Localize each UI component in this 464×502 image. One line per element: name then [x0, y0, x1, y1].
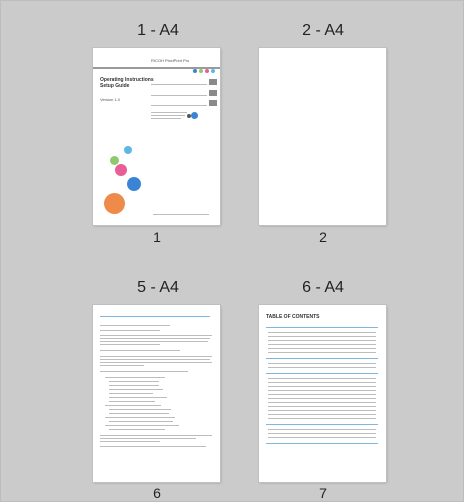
form-line [151, 105, 207, 106]
toc-line [268, 398, 376, 399]
header-dot [205, 69, 209, 73]
toc-line [268, 340, 376, 341]
page-1-number: 1 [153, 229, 161, 245]
toc-line [268, 336, 376, 337]
header-dot [199, 69, 203, 73]
list-line [109, 401, 155, 402]
list-line [105, 377, 165, 378]
toc-line [268, 352, 376, 353]
list-line [109, 397, 167, 398]
page-1-title: 1 - A4 [137, 22, 179, 39]
list-line [109, 413, 169, 414]
toc-line [268, 418, 376, 419]
toc-line [268, 394, 376, 395]
toc-title: TABLE OF CONTENTS [266, 314, 320, 320]
form-square [209, 90, 217, 96]
footer-line [153, 214, 209, 215]
list-line [109, 381, 159, 382]
text-line [100, 435, 212, 436]
toc-line [268, 348, 376, 349]
text-line [100, 341, 208, 342]
text-line [100, 441, 160, 442]
list-line [109, 409, 171, 410]
list-line [105, 425, 179, 426]
text-line [100, 330, 160, 331]
list-line [109, 393, 153, 394]
page-1-header-text: RICOH PixelPrint Pro [151, 58, 190, 63]
note-line [151, 115, 185, 116]
toc-rule [266, 424, 378, 425]
text-line [100, 338, 210, 339]
text-line [100, 344, 160, 345]
text-line [100, 350, 180, 351]
toc-line [268, 332, 376, 333]
text-line [100, 356, 212, 357]
decor-circle-icon [104, 193, 125, 214]
text-line [100, 362, 212, 363]
header-rule [93, 67, 220, 69]
form-square [209, 100, 217, 106]
text-line [100, 365, 144, 366]
header-dot [193, 69, 197, 73]
toc-line [268, 363, 376, 364]
page-thumbnails-panel: 1 - A4 RICOH PixelPrint Pro Operating In… [0, 0, 464, 502]
text-line [100, 446, 206, 447]
text-line [100, 438, 196, 439]
form-square [209, 79, 217, 85]
toc-rule [266, 358, 378, 359]
header-dot [211, 69, 215, 73]
form-line [151, 84, 207, 85]
toc-line [268, 367, 376, 368]
decor-circle-icon [127, 177, 141, 191]
list-line [105, 405, 161, 406]
page-1-version: Version 1.0 [100, 97, 121, 102]
page-6-preview[interactable]: TABLE OF CONTENTS [259, 305, 386, 482]
list-line [109, 421, 173, 422]
text-line [100, 335, 212, 336]
page-1-preview[interactable]: RICOH PixelPrint Pro Operating Instructi… [93, 48, 220, 225]
page-6-title: 6 - A4 [302, 279, 344, 296]
note-icon [191, 112, 198, 119]
note-line [151, 118, 181, 119]
toc-rule [266, 373, 378, 374]
page-1-heading-line2: Setup Guide [100, 83, 130, 89]
text-line [100, 325, 170, 326]
note-line [151, 112, 187, 113]
toc-line [268, 344, 376, 345]
toc-line [268, 437, 376, 438]
page-2-title: 2 - A4 [302, 22, 344, 39]
list-line [109, 385, 159, 386]
page-6-number: 7 [319, 485, 327, 501]
page-2-preview[interactable] [259, 48, 386, 225]
toc-line [268, 386, 376, 387]
toc-line [268, 410, 376, 411]
list-line [109, 429, 165, 430]
decor-circle-icon [124, 146, 132, 154]
toc-rule [266, 443, 378, 444]
toc-line [268, 390, 376, 391]
decor-circle-icon [115, 164, 127, 176]
list-line [109, 389, 163, 390]
toc-rule [266, 327, 378, 328]
toc-line [268, 414, 376, 415]
text-line [100, 371, 188, 372]
toc-line [268, 433, 376, 434]
toc-line [268, 382, 376, 383]
list-line [105, 417, 175, 418]
toc-line [268, 402, 376, 403]
toc-line [268, 406, 376, 407]
text-line [100, 359, 210, 360]
page-5-number: 6 [153, 485, 161, 501]
page-5-title: 5 - A4 [137, 279, 179, 296]
toc-line [268, 429, 376, 430]
page-5-preview[interactable] [93, 305, 220, 482]
page-2-number: 2 [319, 229, 327, 245]
text-line [100, 316, 210, 317]
toc-line [268, 378, 376, 379]
form-line [151, 95, 207, 96]
